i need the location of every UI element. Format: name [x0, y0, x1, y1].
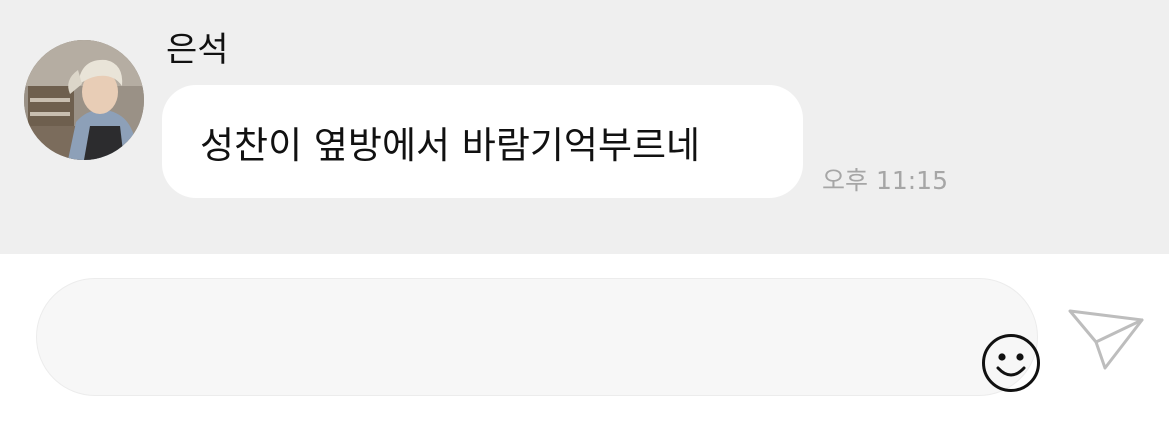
message-text: 성찬이 옆방에서 바람기억부르네: [200, 123, 701, 167]
sender-avatar[interactable]: [24, 40, 144, 160]
message-input-container[interactable]: [36, 278, 1040, 396]
message-composer: [0, 254, 1169, 445]
chat-area: 은석 성찬이 옆방에서 바람기억부르네 오후 11:15: [0, 0, 1169, 254]
paper-plane-send-icon[interactable]: [1067, 306, 1145, 372]
message-input[interactable]: [77, 309, 941, 367]
message-timestamp: 오후 11:15: [822, 166, 948, 195]
smiley-face-icon[interactable]: [980, 332, 1042, 394]
sender-name: 은석: [166, 30, 229, 70]
message-bubble[interactable]: 성찬이 옆방에서 바람기억부르네: [162, 85, 803, 198]
avatar-photo: [24, 40, 144, 160]
